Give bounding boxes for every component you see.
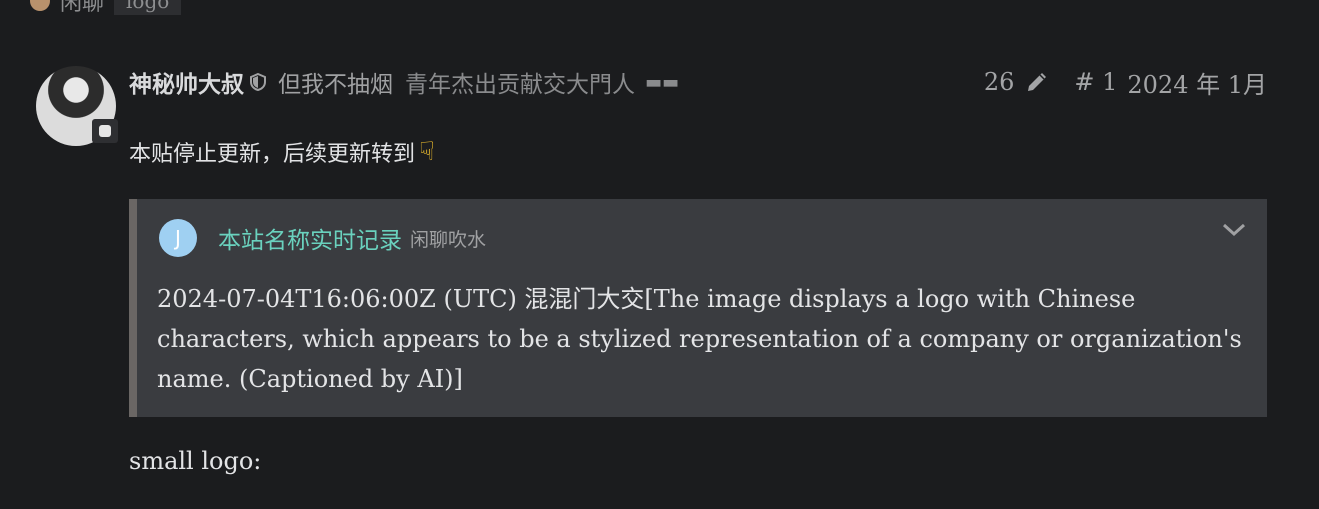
category-link[interactable]: 闲聊 — [60, 0, 104, 17]
onebox-avatar[interactable]: J — [159, 219, 197, 257]
edit-count[interactable]: 26 — [984, 68, 1015, 96]
post-text: 本贴停止更新，后续更新转到 — [129, 142, 416, 167]
tag-link[interactable]: logo — [114, 0, 182, 15]
post-info: 26 # 1 2024 年 1月 — [984, 65, 1267, 100]
pencil-icon[interactable] — [1024, 69, 1050, 95]
user-title: 但我不抽烟 — [278, 72, 393, 98]
small-logo-text: small logo: — [129, 447, 262, 475]
sunglasses-icon: ▬▬ — [645, 71, 680, 93]
shield-icon — [250, 73, 266, 91]
onebox-category[interactable]: 闲聊吹水 — [410, 225, 486, 252]
post-meta: 神秘帅大叔 但我不抽烟 青年杰出贡献交大門人 ▬▬ 26 # 1 2024 年 … — [129, 65, 1267, 100]
post-content: 本贴停止更新，后续更新转到 ☟ J 本站名称实时记录 闲聊吹水 2024-07-… — [129, 136, 1267, 417]
post-number[interactable]: # 1 — [1074, 68, 1117, 96]
quote-onebox: J 本站名称实时记录 闲聊吹水 2024-07-04T16:06:00Z (UT… — [129, 199, 1267, 417]
user-flair: 青年杰出贡献交大門人 — [405, 72, 635, 98]
id-badge-icon — [92, 119, 118, 143]
topic-header: 闲聊 logo — [30, 0, 182, 17]
globe-icon — [30, 0, 50, 11]
post-date[interactable]: 2024 年 1月 — [1127, 65, 1267, 100]
onebox-title-link[interactable]: 本站名称实时记录 — [218, 221, 402, 255]
post-text-line: 本贴停止更新，后续更新转到 ☟ — [129, 136, 1267, 168]
point-down-icon: ☟ — [419, 137, 435, 167]
chevron-down-icon[interactable] — [1221, 221, 1247, 239]
onebox-body: 2024-07-04T16:06:00Z (UTC) 混混门大交[The ima… — [157, 285, 1242, 393]
username-link[interactable]: 神秘帅大叔 — [129, 65, 244, 99]
onebox-header: J 本站名称实时记录 闲聊吹水 — [159, 219, 486, 257]
